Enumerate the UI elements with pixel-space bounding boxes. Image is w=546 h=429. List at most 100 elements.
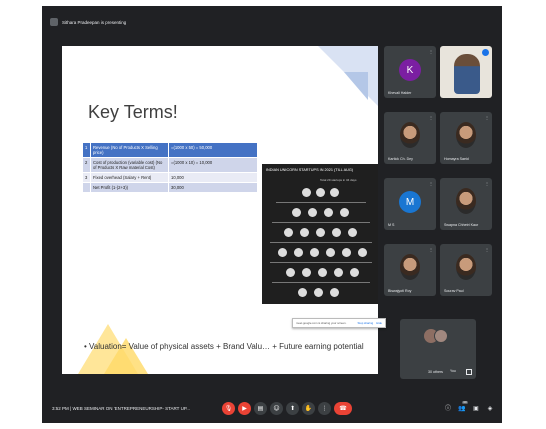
avatar	[400, 122, 420, 148]
slide-decoration-top-inner	[344, 72, 368, 100]
infographic-line	[270, 262, 372, 263]
startup-logo	[330, 188, 339, 197]
people-icon: 👥	[458, 405, 466, 412]
table-cell: 30,000	[168, 182, 258, 193]
camera-off-icon: ▶	[242, 404, 247, 412]
speaking-indicator-icon	[482, 49, 489, 56]
avatar	[456, 122, 476, 148]
leave-call-button[interactable]: ☎	[334, 402, 352, 415]
slide-title: Key Terms!	[88, 102, 178, 122]
stop-sharing-button[interactable]: Stop sharing	[358, 321, 374, 325]
startup-logo	[348, 228, 357, 237]
camera-off-button[interactable]: ▶	[238, 402, 251, 415]
participant-video	[454, 54, 480, 94]
info-button[interactable]: ⓘ	[444, 405, 452, 413]
table-row: 3 Fixed overhead (Salary + Rent) 10,000	[82, 172, 258, 183]
raise-hand-button[interactable]: ✋	[302, 402, 315, 415]
others-count: 30 others	[428, 370, 443, 374]
avatar	[400, 254, 420, 280]
avatar	[456, 254, 476, 280]
activities-button[interactable]: ◈	[486, 405, 494, 413]
more-options-icon[interactable]: ⋮	[429, 247, 433, 252]
present-icon: ⬆	[289, 404, 296, 412]
chat-button[interactable]: ▣	[472, 405, 480, 413]
startup-logo	[340, 208, 349, 217]
infographic-line	[272, 222, 370, 223]
startup-logo	[334, 268, 343, 277]
table-cell: 10,000	[168, 172, 258, 183]
table-cell: Cost of production (variable cost) (No o…	[90, 157, 169, 173]
emoji-button[interactable]: ☺	[270, 402, 283, 415]
present-button[interactable]: ⬆	[286, 402, 299, 415]
participant-tile[interactable]: ⋮ Sourav Paul	[440, 244, 492, 296]
participant-tile[interactable]: ⋮ Kartick Ch. Dey	[384, 112, 436, 164]
participant-tile-video[interactable]	[440, 46, 492, 98]
expand-icon[interactable]	[466, 369, 472, 375]
startup-logo	[326, 248, 335, 257]
participant-name: Kartick Ch. Dey	[388, 157, 413, 161]
participant-tile[interactable]: M ⋮ M S	[384, 178, 436, 230]
info-icon: ⓘ	[444, 405, 451, 412]
infographic-subtitle: Total 29 startups in 34 days	[320, 178, 357, 182]
participant-name: Homayra Saeid	[444, 157, 469, 161]
clock-time: 3:52 PM	[52, 406, 69, 411]
more-options-icon[interactable]: ⋮	[485, 247, 489, 252]
infographic-line	[276, 202, 366, 203]
key-terms-table: 1 Revenue (No of Products X Selling pric…	[82, 142, 258, 193]
startup-logo	[302, 268, 311, 277]
startup-logo	[324, 208, 333, 217]
presenting-text: Sithara Pradeepan is presenting	[62, 19, 127, 25]
table-row: Net Profit (1-(2+3)) 30,000	[82, 182, 258, 193]
more-options-icon[interactable]: ⋮	[429, 181, 433, 186]
hide-popup-button[interactable]: Hide	[376, 321, 382, 325]
valuation-bullet: • Valuation= Value of physical assets + …	[84, 342, 364, 351]
startup-logo	[330, 288, 339, 297]
startup-logo	[286, 268, 295, 277]
table-cell: 2	[82, 157, 91, 173]
meeting-title: WEB SEMINAR ON 'ENTREPRENEURSHIP- START …	[72, 406, 190, 411]
meeting-info: 3:52 PM | WEB SEMINAR ON 'ENTREPRENEURSH…	[52, 406, 190, 411]
emoji-icon: ☺	[273, 404, 280, 412]
mic-off-button[interactable]: 🎙	[222, 402, 235, 415]
startup-logo	[342, 248, 351, 257]
table-cell	[82, 182, 91, 193]
avatar	[456, 188, 476, 214]
hang-up-icon: ☎	[339, 404, 347, 412]
screen-share-popup: meet.google.com is sharing your screen. …	[292, 318, 386, 328]
participant-name: Khevali Halder	[388, 91, 412, 95]
participant-tile[interactable]: K ⋮ Khevali Halder	[384, 46, 436, 98]
more-options-icon[interactable]: ⋮	[429, 115, 433, 120]
more-options-icon[interactable]: ⋮	[429, 49, 433, 54]
captions-button[interactable]: ▤	[254, 402, 267, 415]
table-cell: 3	[82, 172, 91, 183]
mic-off-icon: 🎙	[224, 404, 233, 412]
hand-icon: ✋	[304, 404, 313, 412]
participant-name: Sourav Paul	[444, 289, 464, 293]
infographic-line	[272, 282, 370, 283]
more-options-icon[interactable]: ⋮	[485, 181, 489, 186]
presentation-icon	[50, 18, 58, 26]
table-cell: Fixed overhead (Salary + Rent)	[90, 172, 169, 183]
participant-name: Biswajyoti Roy	[388, 289, 412, 293]
people-button[interactable]: 👥 40	[458, 401, 468, 413]
table-row: 2 Cost of production (variable cost) (No…	[82, 157, 258, 173]
participant-tile[interactable]: ⋮ Homayra Saeid	[440, 112, 492, 164]
startup-logo	[332, 228, 341, 237]
participant-tile[interactable]: ⋮ Biswajyoti Roy	[384, 244, 436, 296]
startup-logo	[314, 288, 323, 297]
bottom-bar: 3:52 PM | WEB SEMINAR ON 'ENTREPRENEURSH…	[42, 396, 502, 423]
avatar: M	[399, 191, 421, 213]
others-tile[interactable]: 30 others You	[400, 319, 476, 379]
presenting-banner: Sithara Pradeepan is presenting	[50, 14, 270, 30]
more-options-icon[interactable]: ⋮	[485, 115, 489, 120]
more-options-button[interactable]: ⋮	[318, 402, 331, 415]
table-cell: =(1000 x 50) = 50,000	[168, 142, 258, 158]
popup-message: meet.google.com is sharing your screen.	[296, 321, 347, 325]
participant-tile[interactable]: ⋮ Swapna Chhetri Kaur	[440, 178, 492, 230]
startup-logo	[298, 288, 307, 297]
table-cell: 1	[82, 142, 91, 158]
chat-icon: ▣	[473, 405, 479, 412]
startup-logo	[350, 268, 359, 277]
more-vert-icon: ⋮	[321, 404, 328, 412]
startup-logo	[300, 228, 309, 237]
